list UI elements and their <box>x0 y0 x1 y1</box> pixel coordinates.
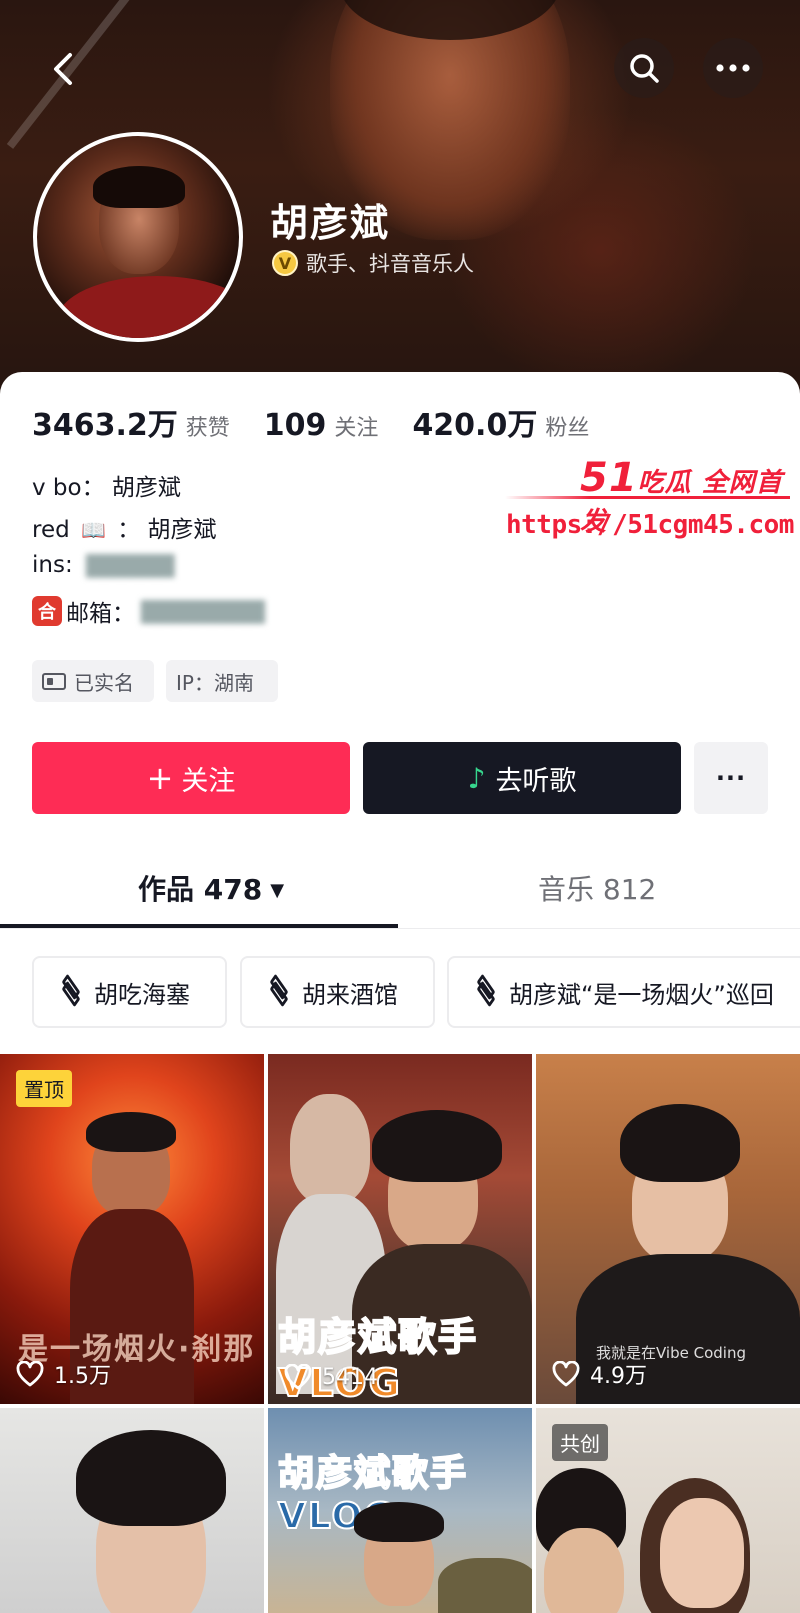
follow-label: 关注 <box>181 765 236 797</box>
real-name-text: 已实名 <box>74 670 134 695</box>
video-likes: 5414 <box>284 1364 378 1390</box>
bio-email: 合 邮箱： ▇▇▇▇▇▇▇ <box>32 594 265 628</box>
ip-location-text: IP：湖南 <box>176 670 254 695</box>
following-count[interactable]: 109 <box>264 408 327 443</box>
search-icon <box>630 54 659 83</box>
verification-row[interactable]: V 歌手、抖音音乐人 <box>272 248 474 278</box>
thumbnail-hair <box>354 1502 444 1542</box>
tab-works-label: 作品 478 <box>138 873 263 906</box>
real-name-tag[interactable]: 已实名 <box>32 660 154 702</box>
video-thumbnail[interactable] <box>0 1408 264 1613</box>
verification-text: 歌手、抖音音乐人 <box>306 252 474 276</box>
co-creation-badge: 共创 <box>552 1424 608 1461</box>
tab-music[interactable]: 音乐 812 <box>538 868 656 908</box>
more-options-button[interactable] <box>703 38 763 98</box>
video-likes-count: 1.5万 <box>54 1364 111 1389</box>
watermark-url: https://51cgm45.com <box>506 510 794 540</box>
thumbnail-coat <box>438 1558 532 1613</box>
video-likes-count: 5414 <box>322 1364 378 1390</box>
search-button[interactable] <box>614 38 674 98</box>
collection-label: 胡吃海塞 <box>94 980 190 1009</box>
likes-label: 获赞 <box>185 416 230 441</box>
listen-label: 去听歌 <box>495 765 577 797</box>
video-thumbnail[interactable]: 共创 <box>536 1408 800 1613</box>
bio-ins-redacted: ▇▇▇▇▇ <box>86 552 175 578</box>
bio-email-prefix: 邮箱： <box>66 601 135 627</box>
thumbnail-hair <box>372 1110 502 1182</box>
music-note-icon: ♪ <box>467 761 486 795</box>
watermark-number: 51 <box>580 455 638 501</box>
thumbnail-figure <box>290 1094 370 1204</box>
collection-label: 胡彦斌“是一场烟火”巡回 <box>509 980 774 1009</box>
avatar-jacket <box>57 276 239 338</box>
thumbnail-figure <box>660 1498 744 1608</box>
thumbnail-hair <box>620 1104 740 1182</box>
heart-icon <box>16 1361 44 1387</box>
thumbnail-figure <box>544 1528 624 1613</box>
avatar-hair <box>93 166 185 208</box>
tab-divider <box>0 928 800 929</box>
chevron-left-icon <box>54 53 72 85</box>
following-label[interactable]: 关注 <box>334 410 378 442</box>
stats-row: 3463.2万 获赞 109 关注 420.0万 粉丝 <box>32 400 623 444</box>
verified-badge-icon: V <box>272 250 298 276</box>
layers-icon <box>266 973 292 1008</box>
collection-chip[interactable]: 胡来酒馆 <box>240 956 435 1028</box>
profile-name: 胡彦斌 <box>270 201 391 245</box>
back-button[interactable] <box>40 46 86 92</box>
followers-label[interactable]: 粉丝 <box>545 410 589 442</box>
video-thumbnail[interactable]: 胡彦斌歌手VLOG <box>268 1408 532 1613</box>
id-card-icon <box>42 672 66 690</box>
video-likes: 4.9万 <box>552 1358 647 1390</box>
ellipsis-icon <box>716 64 750 72</box>
bio-red-prefix: red <box>32 517 70 543</box>
heart-icon <box>552 1361 580 1387</box>
likes-count: 3463.2万 <box>32 408 178 443</box>
bio-red-suffix: ： 胡彦斌 <box>117 517 217 543</box>
video-likes: 1.5万 <box>16 1358 111 1390</box>
book-icon: 📖 <box>81 518 106 542</box>
caret-down-icon: ▼ <box>270 880 285 901</box>
layers-icon <box>473 973 499 1008</box>
listen-music-button[interactable]: ♪ 去听歌 <box>363 742 681 814</box>
watermark-rule <box>505 496 790 499</box>
layers-icon <box>58 973 84 1008</box>
follow-button[interactable]: + 关注 <box>32 742 350 814</box>
bio-weibo: v bo： 胡彦斌 <box>32 475 181 501</box>
thumbnail-hair <box>86 1112 176 1152</box>
video-likes-count: 4.9万 <box>590 1364 647 1389</box>
pinned-badge: 置顶 <box>16 1070 72 1107</box>
video-thumbnail[interactable]: 置顶 是一场烟火·刹那 1.5万 <box>0 1054 264 1404</box>
collection-label: 胡来酒馆 <box>302 980 398 1009</box>
bio-red: red 📖 ： 胡彦斌 <box>32 510 217 544</box>
bio-email-redacted: ▇▇▇▇▇▇▇ <box>141 598 265 624</box>
plus-icon: + <box>146 759 174 797</box>
video-thumbnail[interactable]: 胡彦斌歌手VLOG 5414 <box>268 1054 532 1404</box>
avatar[interactable] <box>33 132 243 342</box>
video-thumbnail[interactable]: 我就是在Vibe Coding 4.9万 <box>536 1054 800 1404</box>
he-badge-icon: 合 <box>32 596 62 626</box>
collection-chip[interactable]: 胡吃海塞 <box>32 956 227 1028</box>
heart-icon <box>284 1364 312 1390</box>
tab-works[interactable]: 作品 478 ▼ <box>138 868 284 908</box>
bio-ins: ins: ▇▇▇▇▇ <box>32 552 174 578</box>
thumbnail-hair <box>76 1430 226 1526</box>
banner-light-streak <box>6 0 174 149</box>
more-actions-button[interactable]: ··· <box>694 742 768 814</box>
ip-location-tag: IP：湖南 <box>166 660 278 702</box>
collection-chip[interactable]: 胡彦斌“是一场烟火”巡回 <box>447 956 800 1028</box>
followers-count[interactable]: 420.0万 <box>412 400 537 444</box>
bio-ins-prefix: ins: <box>32 552 73 578</box>
